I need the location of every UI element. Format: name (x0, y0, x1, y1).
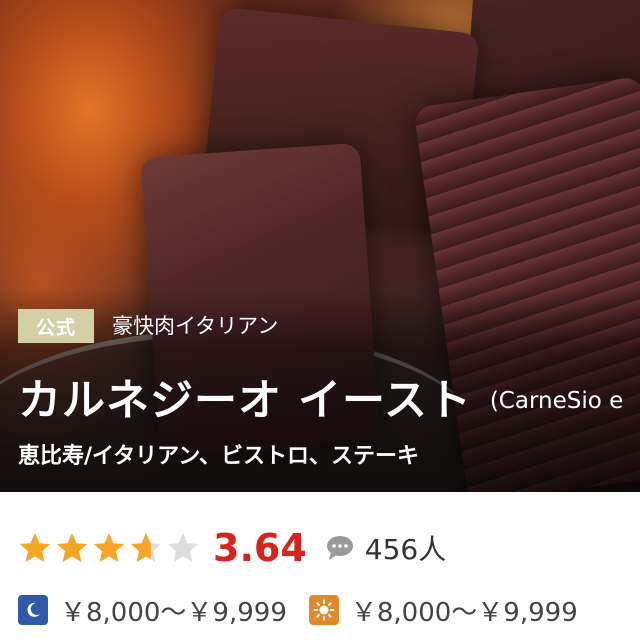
genre-tagline: 豪快肉イタリアン (112, 314, 279, 338)
rating-score: 3.64 (213, 526, 307, 570)
speech-bubble-icon (326, 536, 353, 560)
restaurant-name: カルネジーオ イースト (18, 376, 472, 426)
official-badge: 公式 (18, 309, 94, 343)
star-rating (18, 531, 203, 565)
rating-row[interactable]: 3.64 456人 (18, 526, 446, 570)
restaurant-name-en: (CarneSio e (489, 388, 624, 414)
review-count[interactable]: 456人 (365, 528, 446, 568)
hero-image[interactable]: 公式 豪快肉イタリアン カルネジーオ イースト (CarneSio e 恵比寿/イ… (0, 0, 640, 492)
location-genre[interactable]: 恵比寿/イタリアン、ビストロ、ステーキ (18, 438, 419, 470)
price-row: ￥8,000～￥9,999 ￥8,000～￥9,999 (18, 590, 600, 630)
star-icon (168, 533, 198, 562)
sun-icon (308, 595, 339, 625)
title-row: カルネジーオ イースト (CarneSio e (18, 366, 640, 426)
star-icon (94, 533, 124, 562)
dinner-price: ￥8,000～￥9,999 (60, 597, 287, 628)
star-icon (20, 533, 50, 562)
lunch-price: ￥8,000～￥9,999 (350, 597, 578, 628)
moon-icon (18, 595, 48, 625)
star-icon (57, 533, 87, 562)
star-icon (131, 533, 161, 562)
